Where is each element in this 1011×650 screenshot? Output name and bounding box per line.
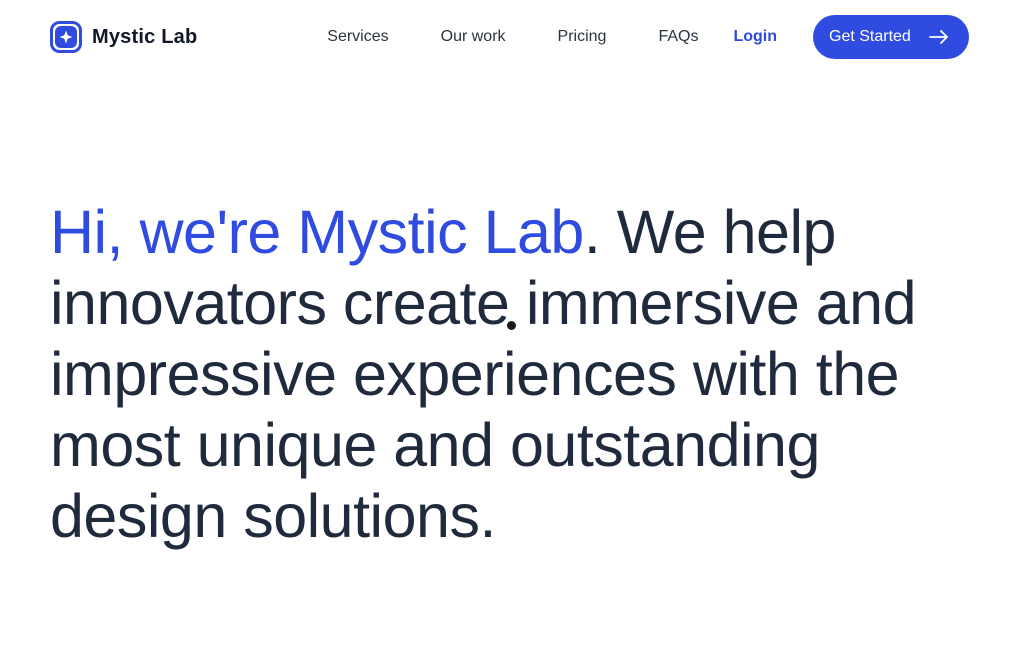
get-started-button[interactable]: Get Started bbox=[813, 15, 969, 59]
nav-link-our-work[interactable]: Our work bbox=[441, 28, 506, 46]
nav-link-services[interactable]: Services bbox=[327, 28, 388, 46]
arrow-right-icon bbox=[928, 30, 948, 44]
login-link[interactable]: Login bbox=[733, 28, 777, 46]
main-nav: Services Our work Pricing FAQs Login Get… bbox=[327, 15, 969, 59]
brand-name: Mystic Lab bbox=[92, 25, 198, 48]
sparkle-icon bbox=[50, 21, 82, 53]
nav-link-faqs[interactable]: FAQs bbox=[658, 28, 698, 46]
hero-highlight: Hi, we're Mystic Lab bbox=[50, 198, 584, 266]
mouse-cursor bbox=[507, 321, 516, 330]
nav-link-pricing[interactable]: Pricing bbox=[558, 28, 607, 46]
brand-link[interactable]: Mystic Lab bbox=[50, 21, 197, 53]
get-started-label: Get Started bbox=[829, 28, 911, 45]
page: Mystic Lab Services Our work Pricing FAQ… bbox=[0, 0, 1011, 650]
site-header: Mystic Lab Services Our work Pricing FAQ… bbox=[50, 15, 969, 59]
hero-headline: Hi, we're Mystic Lab. We help innovators… bbox=[50, 197, 980, 552]
